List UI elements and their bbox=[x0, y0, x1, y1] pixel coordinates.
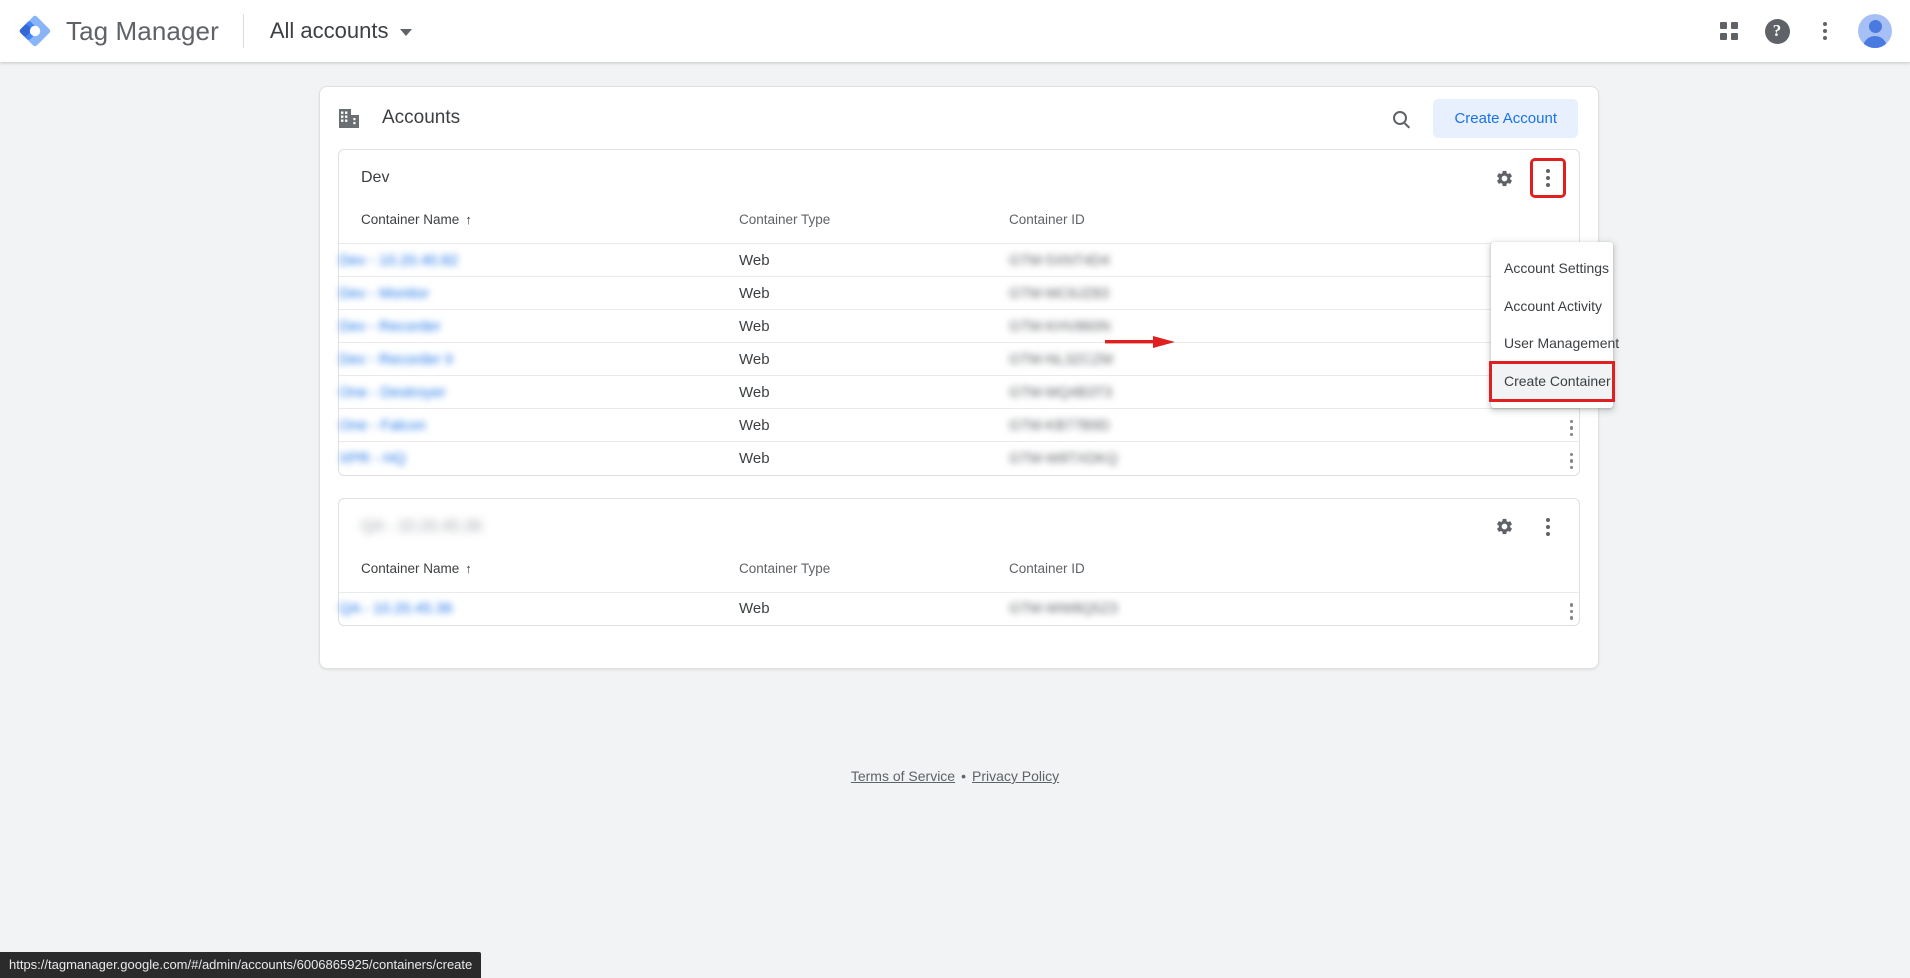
container-id: GTM-KHV860N bbox=[1009, 318, 1111, 335]
apps-grid-icon[interactable] bbox=[1706, 8, 1752, 54]
container-name-link[interactable]: XPR - HQ bbox=[339, 450, 406, 467]
menu-item-create-container[interactable]: Create Container bbox=[1489, 360, 1615, 402]
menu-item-user-management[interactable]: User Management bbox=[1491, 325, 1619, 363]
sort-ascending-icon: ↑ bbox=[465, 560, 472, 576]
container-id: GTM-MQ4B3T3 bbox=[1009, 384, 1113, 401]
menu-item-account-settings[interactable]: Account Settings bbox=[1491, 250, 1613, 288]
building-icon bbox=[338, 106, 360, 130]
container-name-link[interactable]: Dev - Recorder bbox=[339, 318, 441, 335]
container-type: Web bbox=[739, 600, 770, 618]
container-type: Web bbox=[739, 276, 1009, 310]
table-header-row: Container Name ↑ Container Type Container… bbox=[339, 206, 1579, 244]
page-title: Accounts bbox=[382, 107, 461, 128]
header-actions bbox=[1409, 554, 1579, 593]
container-name-link[interactable]: One - Falcon bbox=[339, 417, 426, 434]
header-container-name[interactable]: Container Name ↑ bbox=[339, 554, 739, 593]
footer: Terms of Service • Privacy Policy bbox=[0, 768, 1910, 784]
tag-manager-diamond-logo[interactable] bbox=[16, 12, 54, 50]
sort-ascending-icon: ↑ bbox=[465, 212, 472, 227]
container-name-link[interactable]: Dev - Recorder II bbox=[339, 351, 453, 368]
menu-item-account-activity[interactable]: Account Activity bbox=[1491, 288, 1613, 326]
settings-gear-icon[interactable] bbox=[1489, 512, 1519, 542]
header-container-type[interactable]: Container Type bbox=[739, 206, 1009, 244]
container-type: Web bbox=[739, 243, 1009, 277]
accounts-card: Accounts Create Account Dev Container Na… bbox=[319, 86, 1619, 669]
account-block: Dev Container Name ↑ Container Type Cont… bbox=[338, 149, 1580, 476]
footer-separator: • bbox=[961, 768, 966, 784]
page-body: Accounts Create Account Dev Container Na… bbox=[0, 62, 1910, 978]
account-dropdown-menu: Account Settings Account Activity User M… bbox=[1489, 242, 1619, 408]
container-name-link[interactable]: Dev - Monitor bbox=[339, 285, 429, 302]
brand-title: Tag Manager bbox=[66, 15, 219, 46]
header-container-type[interactable]: Container Type bbox=[739, 554, 1009, 593]
header-container-name-label: Container Name bbox=[361, 560, 460, 576]
accounts-card-actions: Create Account bbox=[1383, 98, 1578, 138]
brand-divider bbox=[242, 14, 244, 48]
accounts-card-header: Accounts Create Account bbox=[320, 87, 1598, 149]
row-overflow-menu-button[interactable] bbox=[1564, 449, 1580, 474]
table-header-row: Container Name ↑ Container Type Container… bbox=[339, 554, 1579, 593]
chevron-down-icon bbox=[399, 29, 412, 36]
header-container-name-label: Container Name bbox=[361, 212, 460, 227]
containers-table-head: Container Name ↑ Container Type Container… bbox=[339, 554, 1579, 593]
account-overflow-menu-button[interactable] bbox=[1533, 510, 1563, 544]
status-bar-url: https://tagmanager.google.com/#/admin/ac… bbox=[0, 952, 482, 978]
table-row[interactable]: XPR - HQ Web GTM-W8TXDKQ bbox=[339, 442, 1579, 475]
containers-table-body: QA - 10.20.45.36 Web GTM-WW8Q5Z3 bbox=[339, 592, 1579, 625]
container-type: Web bbox=[739, 309, 1009, 343]
account-header: Dev bbox=[339, 150, 1579, 206]
container-type: Web bbox=[739, 408, 1009, 442]
row-overflow-menu-button[interactable] bbox=[1564, 599, 1580, 624]
table-row[interactable]: One - Destroyer Web GTM-MQ4B3T3 bbox=[339, 375, 1579, 409]
privacy-policy-link[interactable]: Privacy Policy bbox=[972, 768, 1059, 784]
containers-table: Container Name ↑ Container Type Container… bbox=[339, 554, 1579, 626]
settings-gear-icon[interactable] bbox=[1489, 163, 1519, 193]
account-header: QA - 10.20.45.36 bbox=[339, 499, 1579, 555]
table-row[interactable]: Dev - 10.20.40.82 Web GTM-5XNT4D4 bbox=[339, 243, 1579, 277]
table-row[interactable]: QA - 10.20.45.36 Web GTM-WW8Q5Z3 bbox=[339, 592, 1579, 625]
account-header-actions bbox=[1489, 158, 1566, 198]
table-row[interactable]: Dev - Recorder Web GTM-KHV860N bbox=[339, 309, 1579, 343]
help-question-icon[interactable]: ? bbox=[1754, 8, 1800, 54]
account-block: QA - 10.20.45.36 Container Name ↑ Contai… bbox=[338, 497, 1580, 626]
create-account-button[interactable]: Create Account bbox=[1433, 98, 1578, 138]
container-id: GTM-KB77B9D bbox=[1009, 417, 1110, 434]
table-row[interactable]: Dev - Monitor Web GTM-MC6JZ83 bbox=[339, 276, 1579, 310]
container-id: GTM-W8TXDKQ bbox=[1009, 450, 1118, 467]
containers-table-body: Dev - 10.20.40.82 Web GTM-5XNT4D4 Dev - … bbox=[339, 243, 1580, 475]
account-switcher-label: All accounts bbox=[269, 18, 389, 43]
search-icon[interactable] bbox=[1383, 101, 1417, 135]
more-vert-icon[interactable] bbox=[1802, 8, 1848, 54]
containers-table: Container Name ↑ Container Type Container… bbox=[339, 206, 1579, 475]
appbar-right-group: ? bbox=[1706, 8, 1910, 54]
row-overflow-menu-button[interactable] bbox=[1564, 416, 1580, 441]
container-type: Web bbox=[739, 342, 1009, 376]
appbar-left-group: Tag Manager All accounts bbox=[0, 12, 416, 50]
header-container-id[interactable]: Container ID bbox=[1009, 206, 1409, 244]
account-overflow-menu-button[interactable] bbox=[1530, 158, 1566, 198]
container-name-link[interactable]: One - Destroyer bbox=[339, 384, 446, 401]
account-header-actions bbox=[1489, 510, 1563, 544]
header-actions bbox=[1409, 206, 1579, 244]
container-id: GTM-5XNT4D4 bbox=[1009, 252, 1110, 269]
header-container-name[interactable]: Container Name ↑ bbox=[339, 206, 739, 244]
account-switcher[interactable]: All accounts bbox=[266, 12, 416, 50]
terms-of-service-link[interactable]: Terms of Service bbox=[851, 768, 955, 784]
account-name: QA - 10.20.45.36 bbox=[361, 517, 482, 535]
container-type: Web bbox=[739, 449, 770, 467]
avatar[interactable] bbox=[1858, 14, 1892, 48]
top-app-bar: Tag Manager All accounts ? bbox=[0, 0, 1910, 62]
container-name-link[interactable]: Dev - 10.20.40.82 bbox=[339, 252, 458, 269]
container-id: GTM-NL3ZCZM bbox=[1009, 351, 1113, 368]
container-name-link[interactable]: QA - 10.20.45.36 bbox=[339, 600, 452, 617]
container-type: Web bbox=[739, 375, 1009, 409]
container-id: GTM-MC6JZ83 bbox=[1009, 285, 1109, 302]
table-row[interactable]: One - Falcon Web GTM-KB77B9D bbox=[339, 408, 1580, 442]
container-id: GTM-WW8Q5Z3 bbox=[1009, 601, 1118, 618]
table-row[interactable]: Dev - Recorder II Web GTM-NL3ZCZM bbox=[339, 342, 1579, 376]
account-name: Dev bbox=[361, 169, 390, 186]
containers-table-head: Container Name ↑ Container Type Container… bbox=[339, 206, 1579, 244]
header-container-id[interactable]: Container ID bbox=[1009, 554, 1409, 593]
